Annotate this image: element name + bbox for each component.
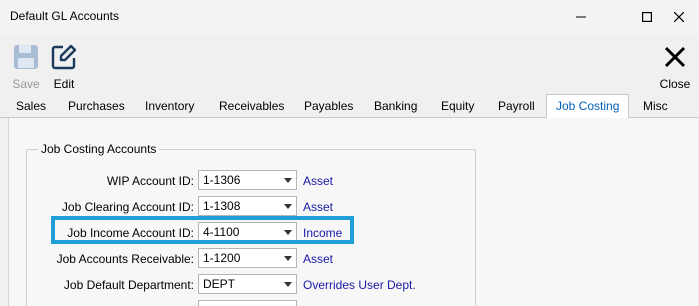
- job-default-department-value: DEPT: [203, 277, 236, 291]
- tab-banking[interactable]: Banking: [374, 94, 417, 118]
- tab-purchases[interactable]: Purchases: [68, 94, 125, 118]
- save-button[interactable]: Save: [6, 34, 46, 94]
- job-clearing-account-value: 1-1308: [203, 199, 241, 213]
- partial-row-select[interactable]: [198, 300, 297, 306]
- toolbar: Save Edit Close: [0, 34, 699, 94]
- minimize-icon: [576, 16, 586, 18]
- edit-button[interactable]: Edit: [44, 34, 84, 94]
- close-label: Close: [659, 77, 691, 91]
- close-button[interactable]: Close: [655, 34, 695, 94]
- job-accounts-receivable-select[interactable]: 1-1200: [198, 248, 297, 268]
- chevron-down-icon[interactable]: [284, 282, 292, 287]
- wip-account-type-link[interactable]: Asset: [303, 174, 333, 188]
- window-title: Default GL Accounts: [10, 9, 119, 23]
- job-accounts-receivable-value: 1-1200: [203, 251, 241, 265]
- tab-misc[interactable]: Misc: [643, 94, 668, 118]
- tab-receivables[interactable]: Receivables: [219, 94, 284, 118]
- close-icon: [674, 12, 684, 22]
- edit-label: Edit: [53, 77, 75, 91]
- close-x-icon: [664, 46, 686, 68]
- save-icon: [14, 45, 38, 69]
- save-label: Save: [12, 77, 40, 91]
- wip-account-label: WIP Account ID:: [106, 174, 194, 188]
- job-default-department-select[interactable]: DEPT: [198, 274, 297, 294]
- chevron-down-icon[interactable]: [284, 178, 292, 183]
- window-close-button[interactable]: [659, 0, 699, 34]
- chevron-down-icon[interactable]: [284, 256, 292, 261]
- overrides-user-dept-link[interactable]: Overrides User Dept.: [303, 278, 416, 292]
- tab-strip: Sales Purchases Inventory Receivables Pa…: [0, 94, 699, 119]
- tab-sales[interactable]: Sales: [16, 94, 46, 118]
- wip-account-select[interactable]: 1-1306: [198, 170, 297, 190]
- tab-equity[interactable]: Equity: [441, 94, 474, 118]
- job-default-department-label: Job Default Department:: [63, 278, 194, 292]
- chevron-down-icon[interactable]: [284, 204, 292, 209]
- minimize-button[interactable]: [561, 0, 601, 34]
- job-accounts-receivable-type-link[interactable]: Asset: [303, 252, 333, 266]
- job-clearing-account-type-link[interactable]: Asset: [303, 200, 333, 214]
- edit-icon: [51, 44, 77, 70]
- highlight-box: [51, 216, 354, 244]
- job-accounts-receivable-label: Job Accounts Receivable:: [56, 252, 194, 266]
- tab-payroll[interactable]: Payroll: [498, 94, 535, 118]
- job-clearing-account-label: Job Clearing Account ID:: [61, 200, 194, 214]
- maximize-icon: [642, 12, 652, 22]
- tab-payables[interactable]: Payables: [304, 94, 353, 118]
- group-title: Job Costing Accounts: [38, 142, 160, 156]
- wip-account-value: 1-1306: [203, 173, 241, 187]
- title-bar: Default GL Accounts: [0, 0, 699, 34]
- tab-job-costing[interactable]: Job Costing: [546, 94, 630, 119]
- job-clearing-account-select[interactable]: 1-1308: [198, 196, 297, 216]
- tab-inventory[interactable]: Inventory: [145, 94, 194, 118]
